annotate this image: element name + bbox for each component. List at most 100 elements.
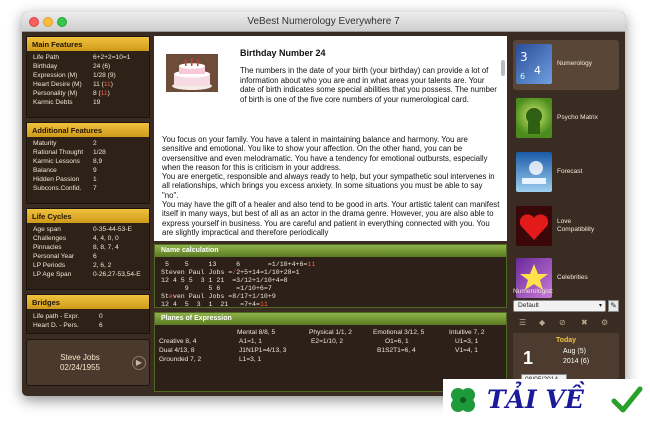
calc-text: 12 4 5 3 1 21 =7+4=: [161, 301, 260, 308]
planes-cell: J1N1P1=4/13, 3: [239, 347, 287, 354]
feature-row[interactable]: LP Age Span 0-26,27-53,54-E: [27, 271, 149, 280]
panel-header: Planes of Expression: [155, 313, 506, 325]
master-number: 11: [100, 90, 108, 97]
gear-icon[interactable]: ⚙: [601, 318, 608, 327]
numerology-icon: 346: [516, 44, 552, 84]
sidebar-item-love-compatibility[interactable]: Love Compatibility: [513, 202, 619, 252]
feature-row[interactable]: Karmic Debts 19: [27, 99, 149, 108]
sidebar-item-label: Love Compatibility: [557, 218, 595, 233]
document-intro: The numbers in the date of your birth (y…: [240, 66, 497, 104]
feature-row[interactable]: Karmic Lessons 8,9: [27, 158, 149, 167]
feature-row[interactable]: Life path - Expr. 0: [27, 313, 149, 322]
document-view[interactable]: Birthday Number 24 The numbers in the da…: [154, 36, 507, 241]
toolbar-row: ☰ ◆ ⊘ ✖ ⚙: [515, 318, 619, 330]
master-number: 11: [307, 261, 316, 268]
checkmark-icon: [611, 386, 643, 413]
feature-label: Challenges: [33, 235, 66, 242]
planes-cell: U1=3, 1: [455, 338, 479, 345]
document-scrollbar[interactable]: [501, 60, 505, 76]
feature-row[interactable]: Personality (M) 8 (11): [27, 90, 149, 99]
planes-row-label: Creative 8, 4: [159, 338, 197, 345]
tools-icon[interactable]: ✖: [581, 318, 588, 327]
numerologist-value: Default: [518, 302, 539, 309]
sidebar-item-label: Numerology: [557, 60, 593, 67]
planes-column-header: Emotional 3/12, 5: [373, 329, 425, 336]
feature-row[interactable]: Rational Thought 1/28: [27, 149, 149, 158]
feature-row[interactable]: Expression (M) 1/28 (9): [27, 72, 149, 81]
value-part: ): [107, 90, 110, 97]
feature-row[interactable]: Hidden Passion 1: [27, 176, 149, 185]
window-title: VeBest Numerology Everywhere 7: [247, 16, 400, 27]
pencil-icon[interactable]: ✎: [608, 300, 619, 312]
calc-text: 2+5+14=1/10+28=1: [236, 269, 300, 276]
planes-cell: E2=1/10, 2: [311, 338, 344, 345]
download-badge[interactable]: TẢI VỀ: [443, 379, 650, 422]
calc-line: 12 4 5 5 3 1 21 =3/12+1/10+4=8: [161, 277, 288, 284]
numerologist-select[interactable]: Default ▾: [513, 300, 606, 312]
feature-value: 2, 6, 2: [93, 262, 112, 269]
feature-row[interactable]: Birthday 24 (6): [27, 63, 149, 72]
today-month: Aug (5): [563, 348, 586, 355]
feature-label: Heart Desire (M): [33, 81, 82, 88]
feature-value: 6: [99, 322, 103, 329]
sidebar-item-celebrities[interactable]: Celebrities: [513, 254, 619, 304]
feature-row[interactable]: Balance 9: [27, 167, 149, 176]
life-cycles-section: Life Cycles Age span 0-35-44-53-E Challen…: [26, 208, 150, 290]
planes-column-header: Mental 8/8, 5: [237, 329, 276, 336]
feature-label: LP Age Span: [33, 271, 72, 278]
badge-text: TẢI VỀ: [487, 385, 584, 414]
chevron-right-icon[interactable]: ▶: [132, 356, 146, 370]
feature-value: 1/28 (9): [93, 72, 116, 79]
feature-value: 4, 4, 0, 0: [93, 235, 119, 242]
feature-row[interactable]: LP Periods 2, 6, 2: [27, 262, 149, 271]
pin-icon[interactable]: ◆: [539, 318, 545, 327]
list-icon[interactable]: ☰: [519, 318, 526, 327]
calc-line: Steven Paul Jobs =/2+5+14=1/10+28=1: [161, 269, 300, 276]
calc-line: 5 5 13 6 =1/10+4+6=11: [161, 261, 315, 268]
calc-line: 12 4 5 3 1 21 =7+4=11: [161, 301, 268, 308]
feature-row[interactable]: Age span 0-35-44-53-E: [27, 226, 149, 235]
feature-row[interactable]: Heart Desire (M) 11 (11): [27, 81, 149, 90]
feature-value: 24 (6): [93, 63, 111, 70]
sidebar-item-forecast[interactable]: Forecast: [513, 148, 619, 198]
feature-label: Karmic Debts: [33, 99, 73, 106]
feature-label: Rational Thought: [33, 149, 84, 156]
sidebar-item-psycho-matrix[interactable]: Psycho Matrix: [513, 94, 619, 144]
feature-label: Pinnacles: [33, 244, 62, 251]
psycho-matrix-icon: [516, 98, 552, 138]
feature-label: Maturity: [33, 140, 57, 147]
block-icon[interactable]: ⊘: [559, 318, 566, 327]
numerologist-label: Numerologist:: [513, 288, 554, 295]
profile-birthdate: 02/24/1955: [59, 363, 101, 372]
bridges-section: Bridges Life path - Expr. 0 Heart D. - Pe…: [26, 294, 150, 334]
feature-label: Personality (M): [33, 90, 78, 97]
sidebar-item-numerology[interactable]: 346 Numerology: [513, 40, 619, 90]
additional-features-section: Additional Features Maturity 2 Rational T…: [26, 122, 150, 204]
value-part: ): [110, 81, 113, 88]
feature-value: 7: [93, 185, 97, 192]
feature-row[interactable]: Pinnacles 8, 8, 7, 4: [27, 244, 149, 253]
feature-value: 8 (11): [93, 90, 110, 97]
planes-cell: L1=3, 1: [239, 356, 262, 363]
panel-header: Name calculation: [155, 245, 506, 257]
planes-cell: A1=1, 1: [239, 338, 262, 345]
profile-card[interactable]: Steve Jobs 02/24/1955 ▶: [26, 339, 150, 386]
feature-row[interactable]: Maturity 2: [27, 140, 149, 149]
svg-text:4: 4: [534, 64, 541, 77]
feature-row[interactable]: Personal Year 6: [27, 253, 149, 262]
feature-row[interactable]: Life Path 6+2+2=10=1: [27, 54, 149, 63]
feature-value: 8,9: [93, 158, 103, 165]
feature-row[interactable]: Subcons.Confid. 7: [27, 185, 149, 194]
forecast-icon: [516, 152, 552, 192]
value-part: 11 (: [93, 81, 104, 88]
cake-image: [166, 54, 218, 92]
feature-value: 9: [93, 167, 97, 174]
sidebar-item-label: Psycho Matrix: [557, 114, 598, 121]
feature-row[interactable]: Heart D. - Pers. 6: [27, 322, 149, 331]
feature-label: Birthday: [33, 63, 58, 70]
planes-row-label: Grounded 7, 2: [159, 356, 202, 363]
feature-label: Subcons.Confid.: [33, 185, 82, 192]
section-header: Main Features: [27, 37, 149, 51]
feature-value: 1: [93, 176, 97, 183]
feature-row[interactable]: Challenges 4, 4, 0, 0: [27, 235, 149, 244]
